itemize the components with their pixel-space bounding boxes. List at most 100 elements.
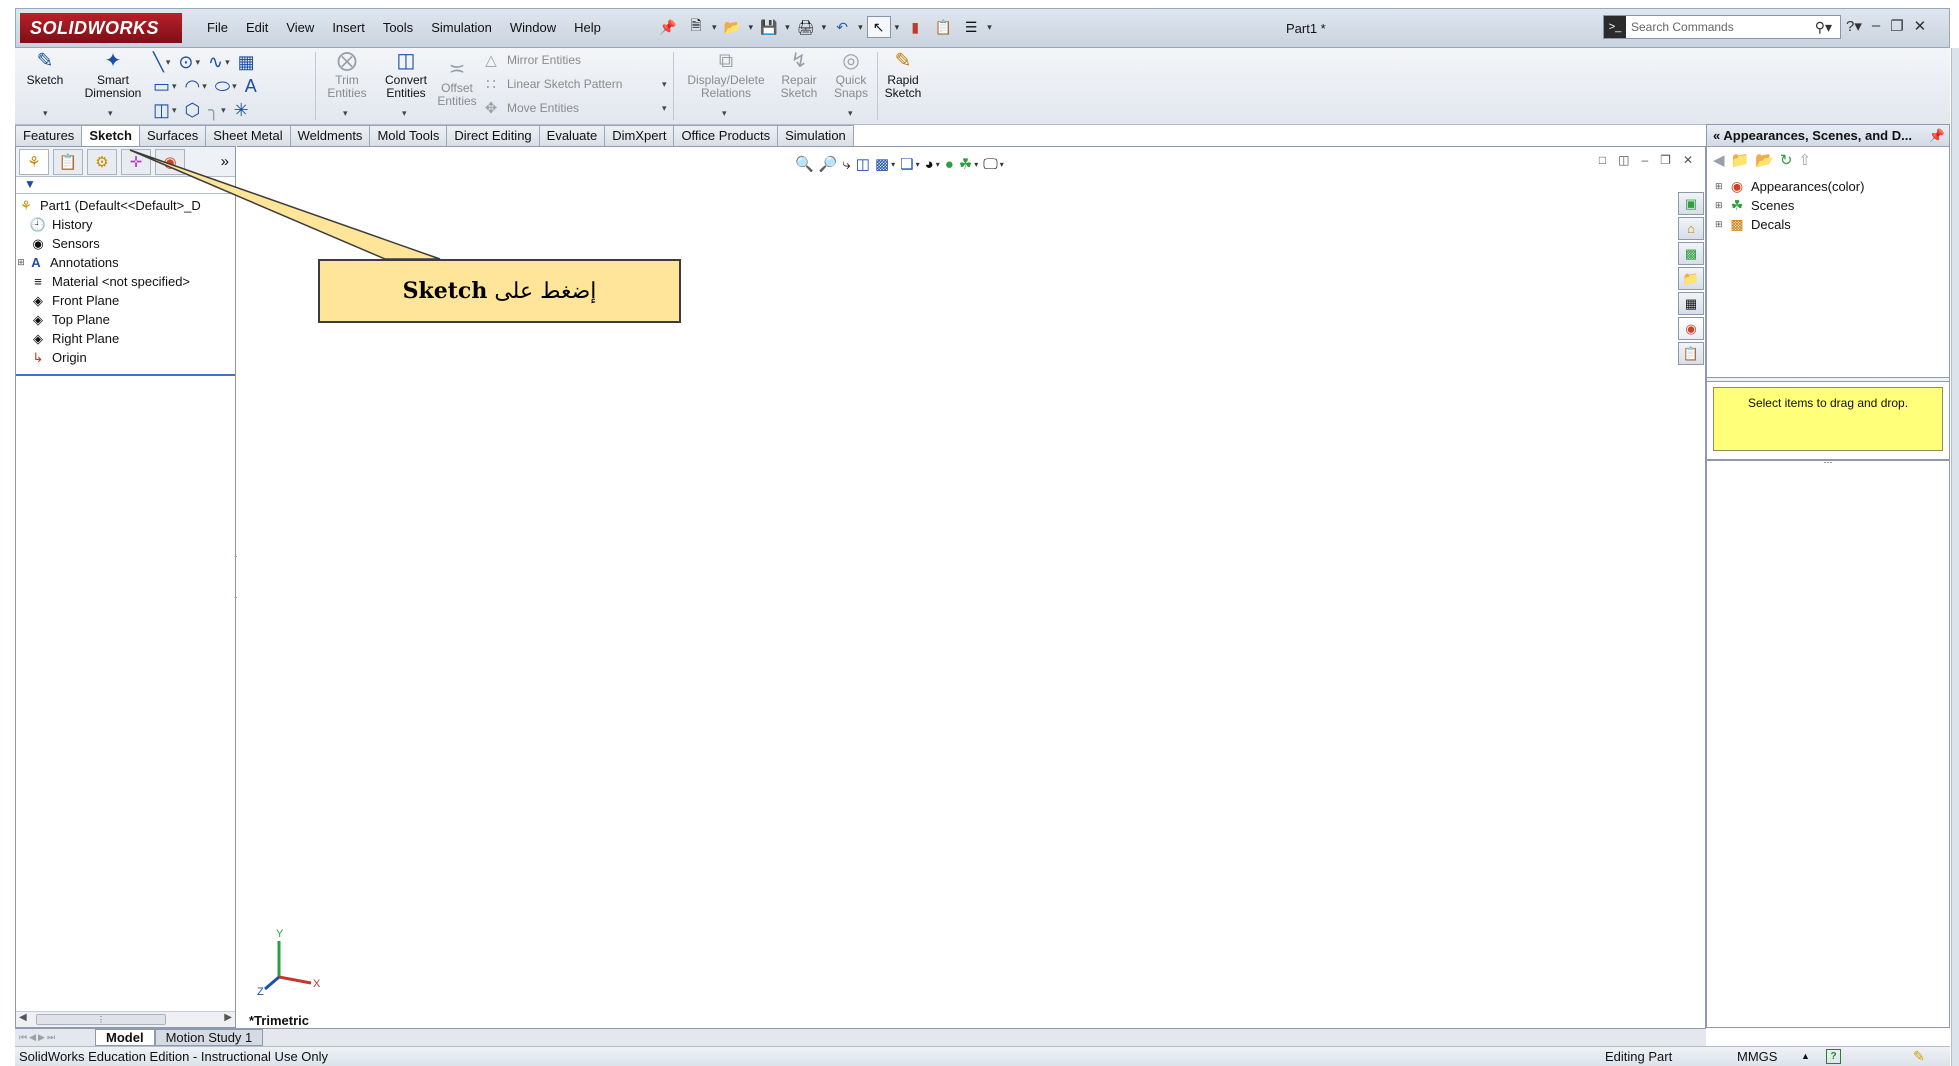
tab-weldments[interactable]: Weldments [289,125,371,146]
tab-simulation[interactable]: Simulation [777,125,854,146]
tab-evaluate[interactable]: Evaluate [538,125,606,146]
scroll-thumb[interactable]: ⋮ [36,1014,166,1025]
apply-scene-icon[interactable]: ☘ [959,155,972,173]
tree-item-appearances[interactable]: ⊞ ◉ Appearances(color) [1707,177,1949,196]
open-folder-icon[interactable]: 📂 [1755,151,1774,169]
appearances-scenes-icon[interactable]: ◉ [1678,317,1704,340]
configuration-manager-tab-icon[interactable]: ⚙ [87,148,117,175]
rebuild-status-icon[interactable]: ✎ [1913,1047,1925,1066]
plane-sketch-icon[interactable]: ▦ [238,52,255,73]
select-cursor-icon[interactable]: ↖ [866,16,891,38]
zoom-to-area-icon[interactable]: 🔎 [819,155,838,173]
trim-entities-button[interactable]: ⨂ Trim Entities [320,50,374,100]
first-tab-icon[interactable]: ⏮ [19,1032,27,1043]
rebuild-icon[interactable]: ▮ [903,16,927,38]
tab-sheet-metal[interactable]: Sheet Metal [205,125,291,146]
zoom-to-fit-icon[interactable]: 🔍 [795,155,814,173]
line-dropdown-icon[interactable]: ▾ [166,57,171,68]
open-dropdown-icon[interactable]: ▾ [749,22,754,33]
restore-doc-icon[interactable]: ❐ [1660,153,1671,167]
new-dropdown-icon[interactable]: ▾ [712,22,717,33]
pin-icon[interactable]: 📌 [1929,125,1945,146]
previous-tab-icon[interactable]: ◀ [29,1032,36,1043]
dynamic-annotation-icon[interactable]: ▩ [875,155,889,173]
slot-dropdown-icon[interactable]: ▾ [172,105,177,116]
search-input[interactable]: Search Commands [1631,20,1734,34]
next-tab-icon[interactable]: ▶ [38,1032,45,1043]
menu-tools[interactable]: Tools [374,19,422,37]
tree-item-sensors[interactable]: ◉ Sensors [16,234,235,253]
linear-sketch-pattern-button[interactable]: ∷ Linear Sketch Pattern [481,75,622,93]
undo-dropdown-icon[interactable]: ▾ [858,22,863,33]
expand-icon[interactable]: ⊞ [1715,200,1727,211]
rapid-sketch-button[interactable]: ✎ Rapid Sketch [881,50,925,100]
smart-dimension-button[interactable]: ✦ Smart Dimension [77,50,149,100]
options-icon[interactable]: ☰ [959,16,983,38]
quick-snaps-dropdown-icon[interactable]: ▾ [848,108,853,119]
tab-direct-editing[interactable]: Direct Editing [446,125,540,146]
menu-file[interactable]: File [198,19,237,37]
open-folder-icon[interactable]: 📂 [721,16,745,38]
hide-show-items-icon[interactable]: ◕ [925,156,934,173]
select-dropdown-icon[interactable]: ▾ [895,22,900,33]
single-view-icon[interactable]: □ [1599,153,1606,167]
tab-dimxpert[interactable]: DimXpert [604,125,675,146]
display-style-dropdown-icon[interactable]: ▾ [916,160,920,169]
trim-dropdown-icon[interactable]: ▾ [343,108,348,119]
convert-entities-button[interactable]: ◫ Convert Entities [377,50,435,100]
tab-mold-tools[interactable]: Mold Tools [369,125,448,146]
tab-features[interactable]: Features [15,125,83,146]
tree-item-right-plane[interactable]: ◈ Right Plane [16,329,235,348]
up-icon[interactable]: ⇧ [1799,151,1812,169]
display-delete-relations-button[interactable]: ⧉ Display/Delete Relations [679,50,773,100]
close-icon[interactable]: ✕ [1914,17,1927,35]
dimxpert-manager-tab-icon[interactable]: ✛ [121,148,151,175]
edit-appearance-icon[interactable]: ● [945,156,954,173]
move-dropdown-icon[interactable]: ▾ [662,103,667,114]
search-icon[interactable]: ⚲▾ [1815,19,1832,36]
undo-icon[interactable]: ↶ [830,16,854,38]
rectangle-icon[interactable]: ▭ [153,76,170,97]
tab-office-products[interactable]: Office Products [673,125,779,146]
arc-icon[interactable]: ◠ [185,76,201,97]
view-settings-dropdown-icon[interactable]: ▾ [1000,160,1004,169]
tab-surfaces[interactable]: Surfaces [138,125,207,146]
scroll-left-icon[interactable]: ◀ [19,1012,27,1023]
print-dropdown-icon[interactable]: ▾ [822,22,827,33]
menu-help[interactable]: Help [565,19,610,37]
convert-dropdown-icon[interactable]: ▾ [402,108,407,119]
repair-sketch-button[interactable]: ↯ Repair Sketch [777,50,821,100]
back-icon[interactable]: ◀ [1713,151,1725,169]
solidworks-resources-icon[interactable]: ▣ [1678,192,1704,215]
unit-dropdown-icon[interactable]: ▲ [1801,1047,1810,1066]
ellipse-dropdown-icon[interactable]: ▾ [232,81,237,92]
minimize-doc-icon[interactable]: – [1641,153,1648,167]
spline-dropdown-icon[interactable]: ▾ [225,57,230,68]
tree-item-history[interactable]: 🕘 History [16,215,235,234]
filter-icon[interactable]: ▼ [16,177,235,194]
arc-dropdown-icon[interactable]: ▾ [202,81,207,92]
horizontal-scrollbar[interactable]: ◀ ⋮ ▶ [16,1011,235,1027]
solidworks-logo[interactable]: SOLIDWORKS [20,13,182,43]
minimize-icon[interactable]: – [1872,17,1880,35]
task-pane-splitter-bottom[interactable]: ⋯ [1707,458,1949,467]
unit-system[interactable]: MMGS [1737,1047,1777,1066]
section-view-icon[interactable]: ◫ [856,155,870,173]
options-dropdown-icon[interactable]: ▾ [987,22,992,33]
print-icon[interactable]: 🖨 [794,16,818,38]
menu-view[interactable]: View [277,19,323,37]
menu-insert[interactable]: Insert [323,19,374,37]
feature-manager-tab-icon[interactable]: ⚘ [19,148,49,175]
quick-snaps-button[interactable]: ◎ Quick Snaps [829,50,873,100]
property-manager-tab-icon[interactable]: 📋 [53,148,83,175]
scene-dropdown-icon[interactable]: ▾ [974,160,978,169]
mirror-entities-button[interactable]: △ Mirror Entities [481,51,581,69]
new-document-icon[interactable]: 🗎 [684,16,708,38]
last-tab-icon[interactable]: ⏭ [47,1032,55,1043]
move-entities-button[interactable]: ✥ Move Entities [481,99,579,117]
menu-window[interactable]: Window [501,19,565,37]
tree-item-decals[interactable]: ⊞ ▩ Decals [1707,215,1949,234]
offset-entities-button[interactable]: ≍ Offset Entities [431,58,483,108]
quick-tips-icon[interactable]: ? [1826,1049,1841,1064]
menu-simulation[interactable]: Simulation [422,19,501,37]
